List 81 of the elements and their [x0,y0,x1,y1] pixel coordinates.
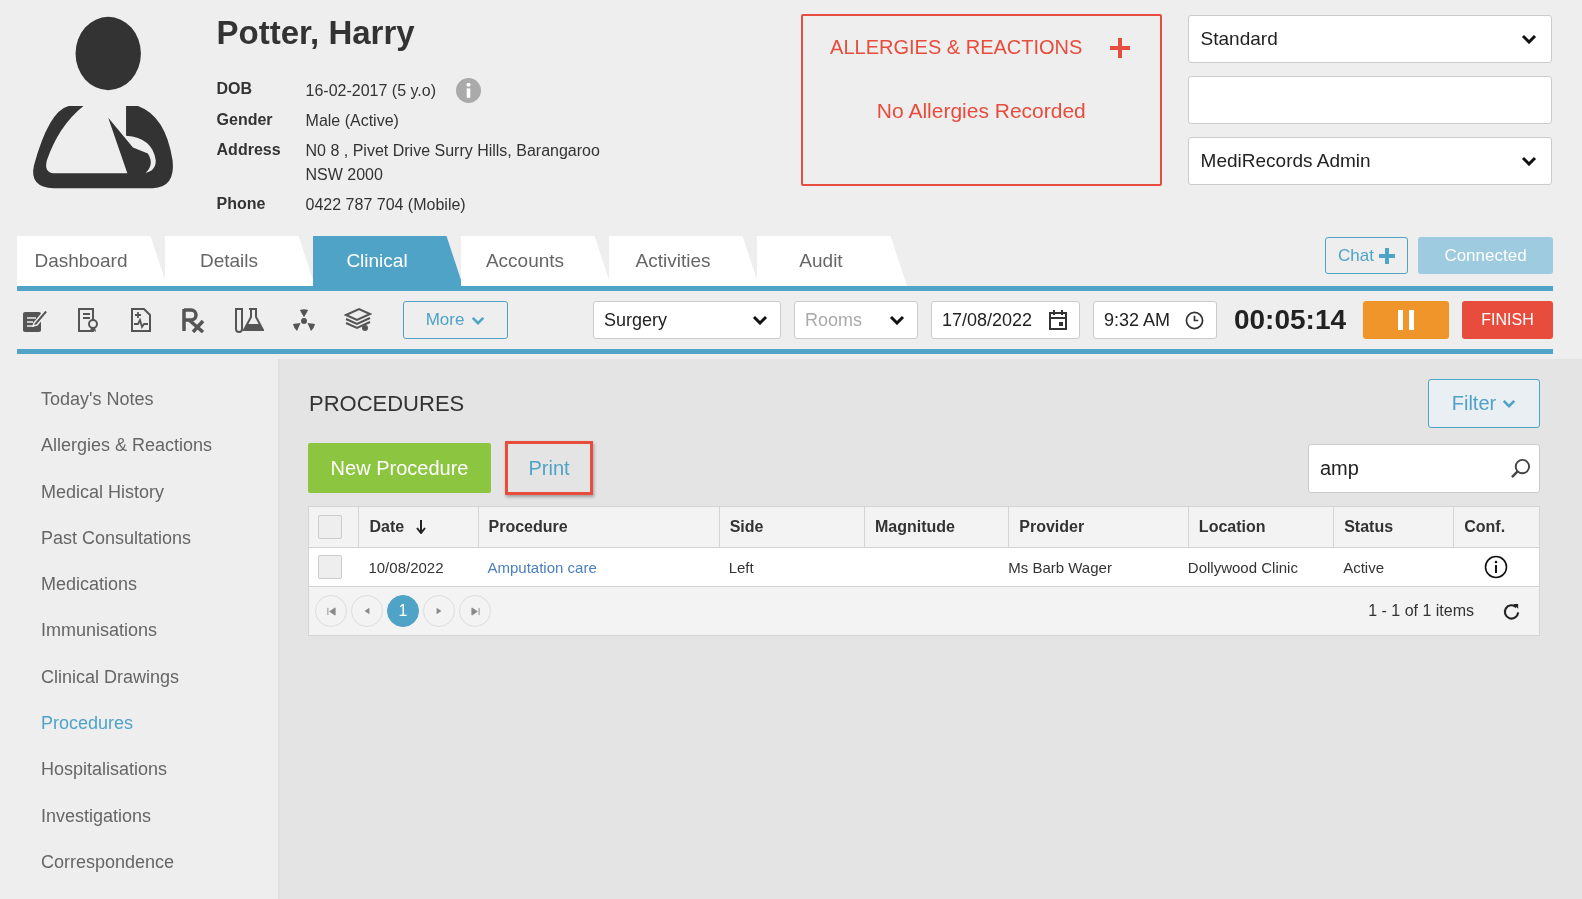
certificate-document-icon[interactable] [75,307,101,333]
field-value: Male (Active) [305,111,399,131]
dropdown[interactable]: MediRecords Admin [1187,137,1552,185]
section-title: PROCEDURES [308,390,465,417]
sidebar-item[interactable]: Correspondence [17,847,278,895]
tab[interactable]: Clinical [313,236,463,286]
books-icon[interactable] [344,307,372,333]
search-field[interactable]: amp [1308,443,1540,493]
column-header[interactable]: Procedure [488,518,568,536]
table-cell: Ms Barb Wager [1008,558,1112,576]
field-value: N0 8 , Pivet Drive Surry Hills, Barangaroo [305,141,600,161]
next-page-icon [435,607,443,615]
checkbox[interactable] [318,515,342,539]
column-header[interactable]: Magnitude [874,518,955,536]
chevron-down-icon [1502,399,1517,408]
chevron-down-icon [752,315,768,325]
sidebar-item[interactable]: Allergies & Reactions [17,431,278,478]
tab[interactable]: Activities [609,236,759,286]
sidebar-item[interactable]: Today's Notes [17,385,278,432]
sidebar-item[interactable]: Hospitalisations [17,755,278,802]
time-field[interactable]: 9:32 AM [1093,301,1217,339]
radiation-icon[interactable] [291,307,317,333]
checkbox[interactable] [318,555,342,579]
chevron-down-icon [1521,34,1537,44]
previous-page-icon [363,607,371,615]
field-label: Phone [216,194,267,214]
dropdown[interactable]: Standard [1187,15,1552,63]
sidebar-item[interactable]: Medical History [17,477,278,524]
input-field[interactable] [1187,76,1552,124]
sidebar-item[interactable]: Past Consultations [17,523,278,571]
column-header[interactable]: Date [369,518,405,536]
table-cell: Active [1343,558,1384,576]
last-page-icon [470,606,480,616]
field-value: NSW 2000 [305,165,384,185]
chevron-down-icon [1521,156,1537,166]
allergies-message: No Allergies Recorded [875,99,1087,123]
tab[interactable]: Audit [757,236,907,286]
refresh-icon[interactable] [1502,601,1521,621]
medical-chart-icon[interactable] [128,307,154,333]
sidebar-item[interactable]: Clinical Drawings [17,662,278,710]
column-header[interactable]: Status [1344,518,1394,536]
allergies-title: ALLERGIES & REACTIONS [830,36,1083,59]
finish-button[interactable]: FINISH [1462,301,1553,339]
calendar-icon[interactable] [1049,310,1067,330]
prescription-icon[interactable] [181,307,207,333]
info-icon[interactable] [1484,555,1509,579]
sidebar-item[interactable]: Medications [17,570,278,617]
first-page-icon [326,606,336,616]
chevron-down-icon [889,315,905,325]
field-value: 16-02-2017 (5 y.o) [305,80,436,101]
date-field[interactable]: 17/08/2022 [931,301,1080,339]
pager-summary: 1 - 1 of 1 items [1368,602,1474,620]
tab[interactable]: Details [165,236,315,286]
sort-down-icon[interactable] [416,520,427,534]
sidebar-item[interactable]: Investigations [17,801,278,848]
pause-icon [1396,310,1416,330]
field-label: DOB [216,79,254,99]
search-icon[interactable] [1510,457,1531,479]
tab[interactable]: Dashboard [17,236,167,286]
table-cell: Dollywood Clinic [1187,558,1298,576]
chevron-down-icon [471,315,486,325]
column-header[interactable]: Side [729,518,764,536]
plus-icon [1378,247,1395,264]
patient-name: Potter, Harry [216,14,416,52]
field-label: Gender [216,110,274,130]
table-cell: Left [728,558,754,576]
field-value: 0422 787 704 (Mobile) [305,195,466,215]
plus-icon[interactable] [1109,37,1130,58]
column-header[interactable]: Location [1198,518,1266,536]
timer: 00:05:14 [1232,304,1348,336]
column-header[interactable]: Conf. [1464,518,1506,536]
field-label: Address [216,140,282,160]
column-header[interactable]: Provider [1019,518,1085,536]
procedure-link[interactable]: Amputation care [487,558,597,576]
tab[interactable]: Accounts [461,236,611,286]
clock-icon[interactable] [1185,310,1204,330]
table-cell: 10/08/2022 [368,558,444,576]
page-button[interactable]: 1 [387,595,419,627]
flask-icon[interactable] [234,307,264,333]
location-dropdown[interactable]: Surgery [593,301,781,339]
sidebar-item[interactable]: Immunisations [17,616,278,663]
